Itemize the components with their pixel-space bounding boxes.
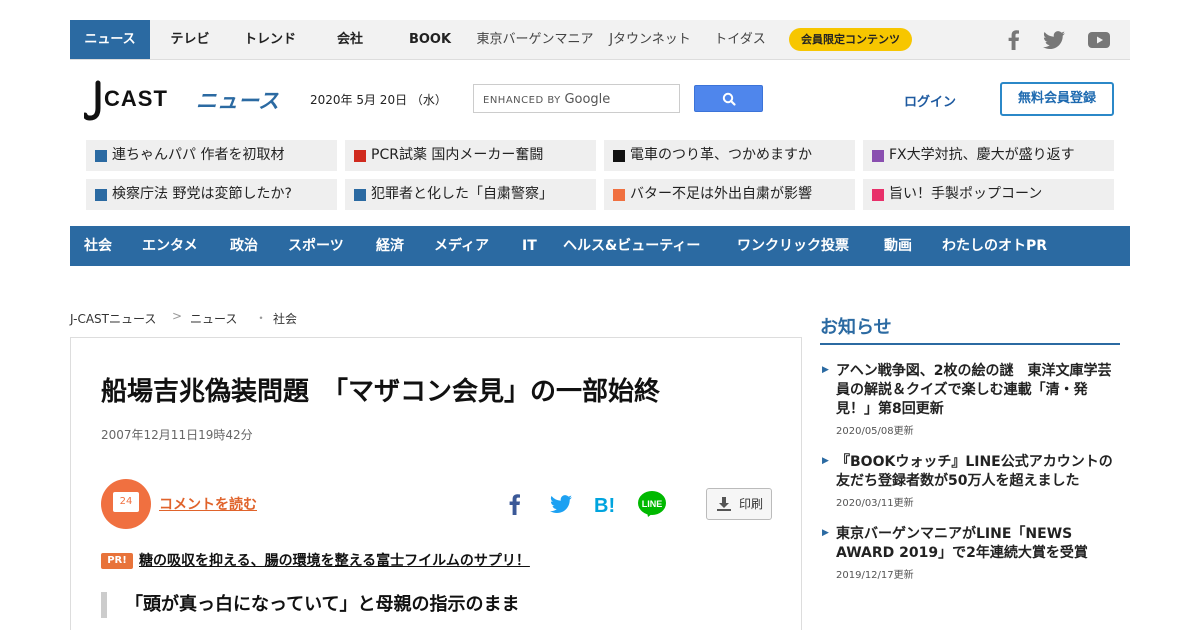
topic-marker [872,150,884,162]
svg-text:CAST: CAST [104,86,168,111]
topic-marker [95,189,107,201]
topic-marker [354,150,366,162]
caret-right-icon: ▶ [822,365,829,375]
link-j-town-net[interactable]: Jタウンネット [605,20,695,59]
notice-date: 2020/03/11更新 [836,498,914,509]
topic-label: バター不足は外出自粛が影響 [630,186,812,202]
topic-link[interactable]: 旨い！手製ポップコーン [863,179,1114,210]
caret-right-icon: ▶ [822,528,829,538]
article-title: 船場吉兆偽装問題 「マザコン会見」の一部始終 [101,377,661,407]
member-contents-button[interactable]: 会員限定コンテンツ [789,28,912,51]
line-share-icon[interactable]: LINE [637,490,667,518]
category-it[interactable]: IT [522,226,537,266]
notice-date: 2020/05/08更新 [836,426,914,437]
caret-right-icon: ▶ [822,456,829,466]
comment-count-badge[interactable]: 24 [101,479,151,529]
topic-marker [95,150,107,162]
topic-marker [354,189,366,201]
tab-company[interactable]: 会社 [310,20,390,59]
topic-marker [613,150,625,162]
topic-label: 旨い！手製ポップコーン [889,186,1043,202]
topic-label: FX大学対抗、慶大が盛り返す [889,147,1075,163]
read-comments-link[interactable]: コメントを読む [159,494,257,514]
svg-text:ニュース: ニュース [196,89,279,113]
notice-item[interactable]: ▶ 『BOOKウォッチ』LINE公式アカウントの友だち登録者数が50万人を超えま… [822,453,1120,509]
category-society[interactable]: 社会 [84,226,112,266]
topic-link[interactable]: 電車のつり革、つかめますか [604,140,855,171]
search-placeholder-prefix: ENHANCED BY [483,95,561,106]
category-politics[interactable]: 政治 [230,226,258,266]
breadcrumb-separator: ・ [255,311,268,325]
topic-label: 犯罪者と化した「自粛警察」 [371,186,553,202]
twitter-share-icon[interactable] [546,490,574,518]
topic-label: 電車のつり革、つかめますか [630,147,812,163]
tab-tv[interactable]: テレビ [150,20,230,59]
search-input[interactable]: ENHANCED BY Google [473,84,680,113]
tab-trend[interactable]: トレンド [230,20,310,59]
youtube-icon[interactable] [1087,29,1111,51]
facebook-icon[interactable] [1003,29,1025,51]
category-entertainment[interactable]: エンタメ [142,226,198,266]
breadcrumb-separator: > [172,309,183,323]
topic-link[interactable]: PCR試薬 国内メーカー奮闘 [345,140,596,171]
svg-text:B!: B! [594,495,615,517]
search-icon [722,92,736,106]
category-nav: 社会 エンタメ 政治 スポーツ 経済 メディア IT ヘルス&ビューティー ワン… [70,226,1130,266]
j-cast-news-logo[interactable]: CAST ニュース [84,80,284,124]
topic-link[interactable]: 犯罪者と化した「自粛警察」 [345,179,596,210]
twitter-icon[interactable] [1042,29,1066,51]
register-button[interactable]: 無料会員登録 [1000,82,1114,116]
search-button[interactable] [694,85,763,112]
topic-link[interactable]: 連ちゃんパパ 作者を初取材 [86,140,337,171]
topic-label: 検察庁法 野党は変節したか? [112,186,292,202]
sidebar-title: お知らせ [820,317,892,338]
login-link[interactable]: ログイン [904,91,956,110]
category-economy[interactable]: 経済 [376,226,404,266]
topic-link[interactable]: 検察庁法 野党は変節したか? [86,179,337,210]
comment-count: 24 [113,492,139,512]
notice-item[interactable]: ▶ 東京バーゲンマニアがLINE「NEWS AWARD 2019」で2年連続大賞… [822,525,1120,581]
notice-text[interactable]: アヘン戦争図、2枚の絵の謎 東洋文庫学芸員の解説＆クイズで楽しむ連載「清・発見！… [836,362,1120,419]
notice-date: 2019/12/17更新 [836,570,914,581]
topic-marker [613,189,625,201]
current-date: 2020年 5月 20日 （水） [310,93,447,107]
notice-item[interactable]: ▶ アヘン戦争図、2枚の絵の謎 東洋文庫学芸員の解説＆クイズで楽しむ連載「清・発… [822,362,1120,437]
category-health-beauty[interactable]: ヘルス&ビューティー [563,226,700,266]
topic-link[interactable]: FX大学対抗、慶大が盛り返す [863,140,1114,171]
link-bargain-mania[interactable]: 東京バーゲンマニア [475,20,595,59]
top-nav: ニュース テレビ トレンド 会社 BOOK 東京バーゲンマニア Jタウンネット … [70,20,1130,60]
breadcrumb-society: 社会 [273,312,298,326]
facebook-share-icon[interactable] [501,490,529,518]
category-one-click-vote[interactable]: ワンクリック投票 [737,226,849,266]
article-subheading: 「頭が真っ白になっていて」と母親の指示のまま [101,592,520,618]
breadcrumb-home[interactable]: J-CASTニュース [70,310,156,327]
category-watashi-no-oto[interactable]: わたしのオトPR [942,226,1047,266]
print-icon [717,497,731,511]
pr-badge: PR! [101,553,133,569]
search-placeholder-brand: Google [564,92,611,107]
category-sports[interactable]: スポーツ [288,226,344,266]
hatena-bookmark-icon[interactable]: B! [592,490,620,518]
topic-label: 連ちゃんパパ 作者を初取材 [112,147,285,163]
category-media[interactable]: メディア [434,226,489,266]
notice-text[interactable]: 『BOOKウォッチ』LINE公式アカウントの友だち登録者数が50万人を超えました [836,453,1120,491]
link-toidasu[interactable]: トイダス [705,20,775,59]
tab-news[interactable]: ニュース [70,20,150,59]
topic-link[interactable]: バター不足は外出自粛が影響 [604,179,855,210]
tab-book[interactable]: BOOK [390,20,470,59]
pr-ad-link[interactable]: 糖の吸収を抑える、腸の環境を整える富士フイルムのサプリ！ [139,550,530,570]
article-panel: 船場吉兆偽装問題 「マザコン会見」の一部始終 2007年12月11日19時42分… [70,337,802,630]
article-date: 2007年12月11日19時42分 [101,428,253,442]
notice-text[interactable]: 東京バーゲンマニアがLINE「NEWS AWARD 2019」で2年連続大賞を受… [836,525,1120,563]
topic-marker [872,189,884,201]
print-button[interactable]: 印刷 [706,488,772,520]
svg-text:LINE: LINE [642,499,663,509]
sidebar-divider [820,343,1120,345]
category-video[interactable]: 動画 [884,226,912,266]
topic-label: PCR試薬 国内メーカー奮闘 [371,147,544,163]
print-label: 印刷 [739,497,764,511]
breadcrumb-news[interactable]: ニュース [190,310,237,327]
